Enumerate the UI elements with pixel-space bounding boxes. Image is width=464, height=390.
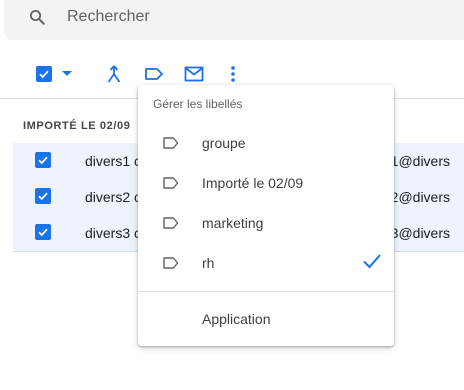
select-dropdown-icon[interactable] <box>60 60 74 88</box>
group-header: IMPORTÉ LE 02/09 <box>23 120 131 132</box>
menu-divider <box>138 291 394 292</box>
search-input[interactable]: Rechercher <box>67 8 150 26</box>
menu-item-label: marketing <box>202 215 264 231</box>
search-bar[interactable]: Rechercher <box>4 0 464 40</box>
menu-title: Gérer les libellés <box>153 97 243 111</box>
merge-icon[interactable] <box>104 60 124 88</box>
label-outline-icon <box>163 176 179 194</box>
label-menu: Gérer les libellés groupe Importé le 02/… <box>138 85 394 346</box>
search-icon[interactable] <box>28 8 46 26</box>
menu-item-rh[interactable]: rh <box>138 243 394 283</box>
toolbar <box>0 60 464 88</box>
label-outline-icon <box>163 136 179 154</box>
row-sender: divers2 c <box>85 189 142 205</box>
row-sender: divers3 c <box>85 225 142 241</box>
check-icon <box>362 253 382 274</box>
row-checkbox[interactable] <box>35 224 51 240</box>
row-checkbox[interactable] <box>35 188 51 204</box>
label-icon[interactable] <box>143 60 165 88</box>
row-sender: divers1 c <box>85 153 142 169</box>
label-outline-icon <box>163 256 179 274</box>
mail-icon[interactable] <box>183 60 205 88</box>
menu-item-label: rh <box>202 255 215 271</box>
menu-item-groupe[interactable]: groupe <box>138 123 394 163</box>
menu-item-label: Importé le 02/09 <box>202 175 304 191</box>
more-vertical-icon[interactable] <box>226 60 240 88</box>
menu-item-label: groupe <box>202 135 246 151</box>
select-all-checkbox[interactable] <box>35 60 53 88</box>
menu-item-importe[interactable]: Importé le 02/09 <box>138 163 394 203</box>
row-checkbox[interactable] <box>35 152 51 168</box>
menu-item-marketing[interactable]: marketing <box>138 203 394 243</box>
label-outline-icon <box>163 216 179 234</box>
menu-item-application[interactable]: Application <box>202 311 271 327</box>
